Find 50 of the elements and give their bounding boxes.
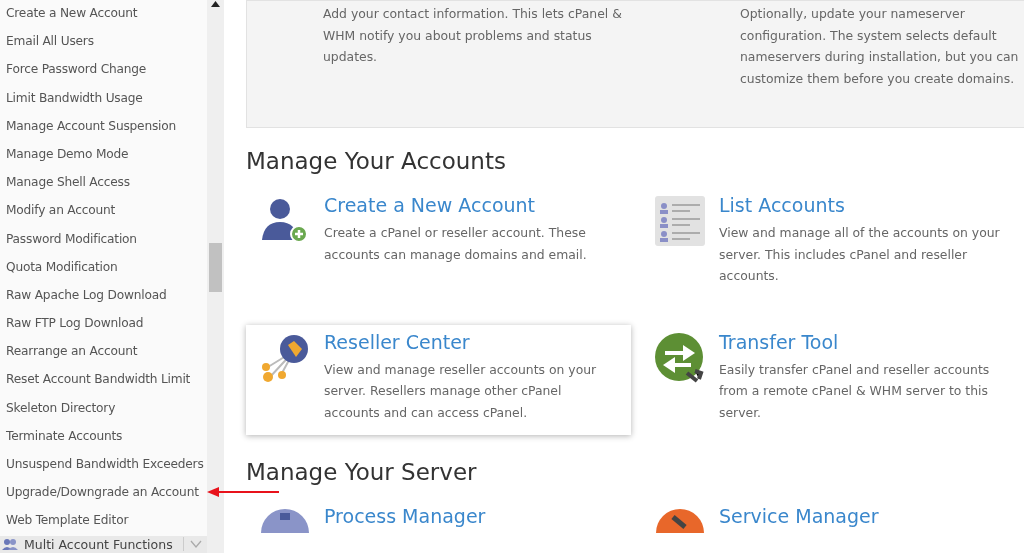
tool-description: View and manage reseller accounts on your server. Resellers manage other cPanel accounts and can access cPanel. [324,360,598,422]
sidebar-group-header[interactable]: Multi Account Functions [0,535,207,553]
annotation-arrow [207,486,279,498]
tool-description: Easily transfer cPanel and reseller accounts from a remote cPanel & WHM server to this server. [719,360,991,422]
sidebar-link[interactable]: Skeleton Directory [0,394,207,423]
setup-step-text: Add your contact information. This lets cPanel & WHM notify you about problems and status updates. [322,5,623,66]
tool-card[interactable]: Transfer Tool Easily transfer cPanel and reseller accounts from a remote cPanel & WHM server to this server. [641,324,1024,435]
scrollbar[interactable] [207,0,224,553]
tool-link[interactable]: Service Manager [719,505,879,527]
sidebar-group-label: Multi Account Functions [24,536,173,552]
sidebar-link[interactable]: Raw FTP Log Download [0,310,207,339]
sidebar-link[interactable]: Manage Shell Access [0,169,207,198]
sidebar-link[interactable]: Email All Users [0,28,207,57]
tool-card[interactable]: List Accounts View and manage all of the accounts on your server. This includes cPanel and reseller accounts. [641,188,1024,299]
scroll-up-icon[interactable] [211,1,220,7]
tool-card[interactable]: Process Manager [246,499,631,553]
tool-card[interactable]: Create a New Account Create a cPanel or reseller account. These accounts can manage domains and email. [246,188,631,284]
sidebar-link[interactable]: Manage Demo Mode [0,140,207,170]
tool-card[interactable]: Service Manager [641,499,1024,553]
setup-step-text: Optionally, update your nameserver configuration. The system selects default nameservers during installation, but you can customize them before you create domains. [739,5,1020,88]
sidebar-link[interactable]: Upgrade/Downgrade an Account [0,479,207,508]
section-heading: Manage Your Server [246,459,478,485]
tool-link[interactable]: Reseller Center [324,330,621,353]
user-list-icon [655,196,705,246]
sidebar-link[interactable]: Limit Bandwidth Usage [0,84,207,113]
transfer-arrows-icon [655,332,705,383]
tool-link[interactable]: Process Manager [324,505,486,527]
scrollbar-thumb[interactable] [209,243,222,292]
tool-link[interactable]: List Accounts [719,194,1014,216]
sidebar-link[interactable]: Web Template Editor [0,507,207,536]
section-heading: Manage Your Accounts [246,148,507,174]
sidebar-link[interactable]: Reset Account Bandwidth Limit [0,366,207,395]
tool-description: Create a cPanel or reseller account. These accounts can manage domains and email. [324,224,588,264]
sidebar-link[interactable]: Password Modification [0,225,207,254]
process-icon [260,507,310,533]
tool-card[interactable]: Reseller Center View and manage reseller accounts on your server. Resellers manage other cPanel accounts and can access cPanel. [246,324,631,435]
sidebar-link[interactable]: Force Password Change [0,56,207,85]
sidebar-link[interactable]: Modify an Account [0,197,207,226]
sidebar-link[interactable]: Manage Account Suspension [0,112,207,141]
tool-link[interactable]: Transfer Tool [719,330,1014,353]
tool-description: View and manage all of the accounts on your server. This includes cPanel and reseller accounts. [719,224,1001,285]
sidebar-link[interactable]: Quota Modification [0,253,207,282]
sidebar-link[interactable]: Create a New Account [0,0,207,29]
sidebar-link[interactable]: Raw Apache Log Download [0,281,207,311]
sidebar-link[interactable]: Terminate Accounts [0,422,207,451]
tool-link[interactable]: Create a New Account [324,194,621,216]
sidebar-link[interactable]: Rearrange an Account [0,338,207,367]
sidebar-link[interactable]: Unsuspend Bandwidth Exceeders [0,451,207,480]
chevron-down-icon[interactable] [189,539,202,550]
users-icon [2,538,18,551]
